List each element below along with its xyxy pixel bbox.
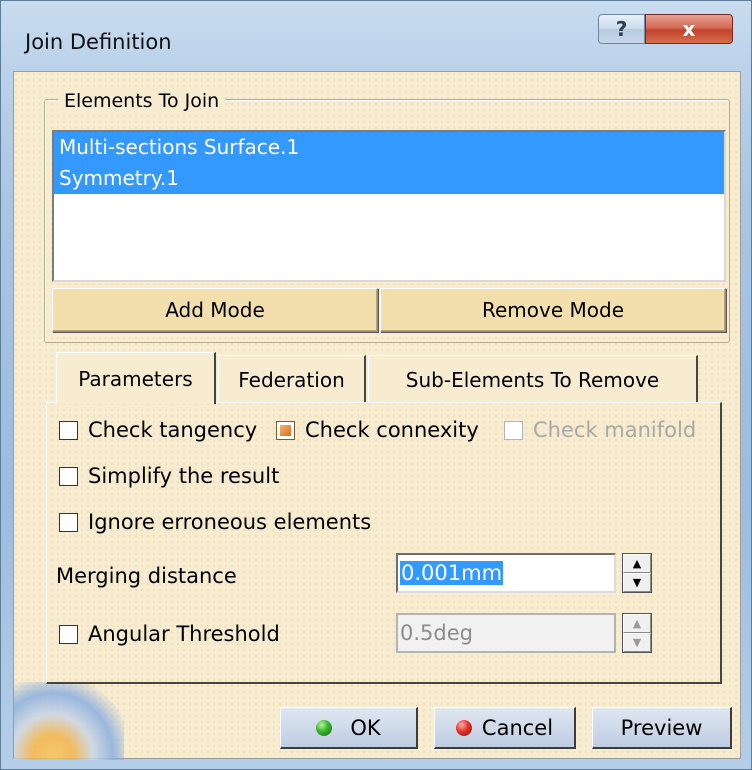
cancel-button[interactable]: Cancel — [434, 707, 576, 749]
close-button[interactable]: x — [645, 14, 733, 44]
app-logo — [14, 682, 124, 760]
help-icon: ? — [615, 17, 628, 41]
check-connexity-label: Check connexity — [305, 418, 479, 442]
check-manifold-option: Check manifold — [504, 418, 696, 442]
angular-threshold-option[interactable]: Angular Threshold — [59, 622, 280, 646]
title-bar[interactable]: Join Definition ? x — [1, 1, 751, 71]
remove-mode-button[interactable]: Remove Mode — [380, 288, 726, 332]
list-item[interactable]: Symmetry.1 — [54, 163, 724, 194]
ignore-erroneous-option[interactable]: Ignore erroneous elements — [59, 510, 371, 534]
merging-distance-value: 0.001mm — [400, 561, 504, 585]
dialog-client-area: Elements To Join Multi-sections Surface.… — [13, 71, 741, 760]
simplify-result-option[interactable]: Simplify the result — [59, 464, 279, 488]
cancel-red-dot-icon — [455, 719, 472, 736]
elements-listbox[interactable]: Multi-sections Surface.1 Symmetry.1 — [52, 130, 726, 282]
check-tangency-option[interactable]: Check tangency — [59, 418, 257, 442]
merging-distance-input[interactable]: 0.001mm — [396, 553, 616, 593]
ok-button[interactable]: OK — [280, 707, 418, 749]
tab-parameters[interactable]: Parameters — [56, 352, 216, 404]
check-tangency-checkbox[interactable] — [59, 420, 78, 440]
merging-distance-label: Merging distance — [56, 564, 237, 588]
dialog-window: Join Definition ? x Elements To Join Mul… — [0, 0, 752, 770]
list-item[interactable]: Multi-sections Surface.1 — [54, 132, 724, 163]
window-title: Join Definition — [25, 30, 172, 54]
elements-to-join-legend: Elements To Join — [58, 90, 226, 112]
check-connexity-option[interactable]: Check connexity — [276, 418, 479, 442]
add-mode-button[interactable]: Add Mode — [52, 288, 378, 332]
check-connexity-checkbox[interactable] — [276, 420, 295, 440]
close-icon: x — [682, 17, 696, 41]
angular-threshold-checkbox[interactable] — [59, 624, 78, 644]
angular-threshold-label: Angular Threshold — [88, 622, 280, 646]
spin-down-icon: ▼ — [623, 633, 651, 652]
spin-down-icon[interactable]: ▼ — [623, 573, 651, 592]
tab-federation[interactable]: Federation — [218, 355, 366, 403]
tab-sub-elements-to-remove[interactable]: Sub-Elements To Remove — [368, 355, 698, 403]
angular-threshold-stepper: ▲ ▼ — [622, 613, 652, 653]
simplify-result-checkbox[interactable] — [59, 466, 78, 486]
cancel-button-label: Cancel — [481, 715, 554, 740]
angular-threshold-input: 0.5deg — [396, 613, 616, 653]
ignore-erroneous-checkbox[interactable] — [59, 512, 78, 532]
spin-up-icon[interactable]: ▲ — [623, 554, 651, 573]
spin-up-icon: ▲ — [623, 614, 651, 633]
check-manifold-label: Check manifold — [533, 418, 697, 442]
check-manifold-checkbox — [504, 420, 523, 440]
simplify-result-label: Simplify the result — [88, 464, 280, 488]
ok-button-label: OK — [350, 715, 381, 740]
ignore-erroneous-label: Ignore erroneous elements — [88, 510, 372, 534]
help-button[interactable]: ? — [598, 14, 645, 44]
preview-button[interactable]: Preview — [592, 707, 732, 749]
merging-distance-stepper[interactable]: ▲ ▼ — [622, 553, 652, 593]
check-tangency-label: Check tangency — [88, 418, 258, 442]
ok-green-dot-icon — [316, 719, 333, 736]
